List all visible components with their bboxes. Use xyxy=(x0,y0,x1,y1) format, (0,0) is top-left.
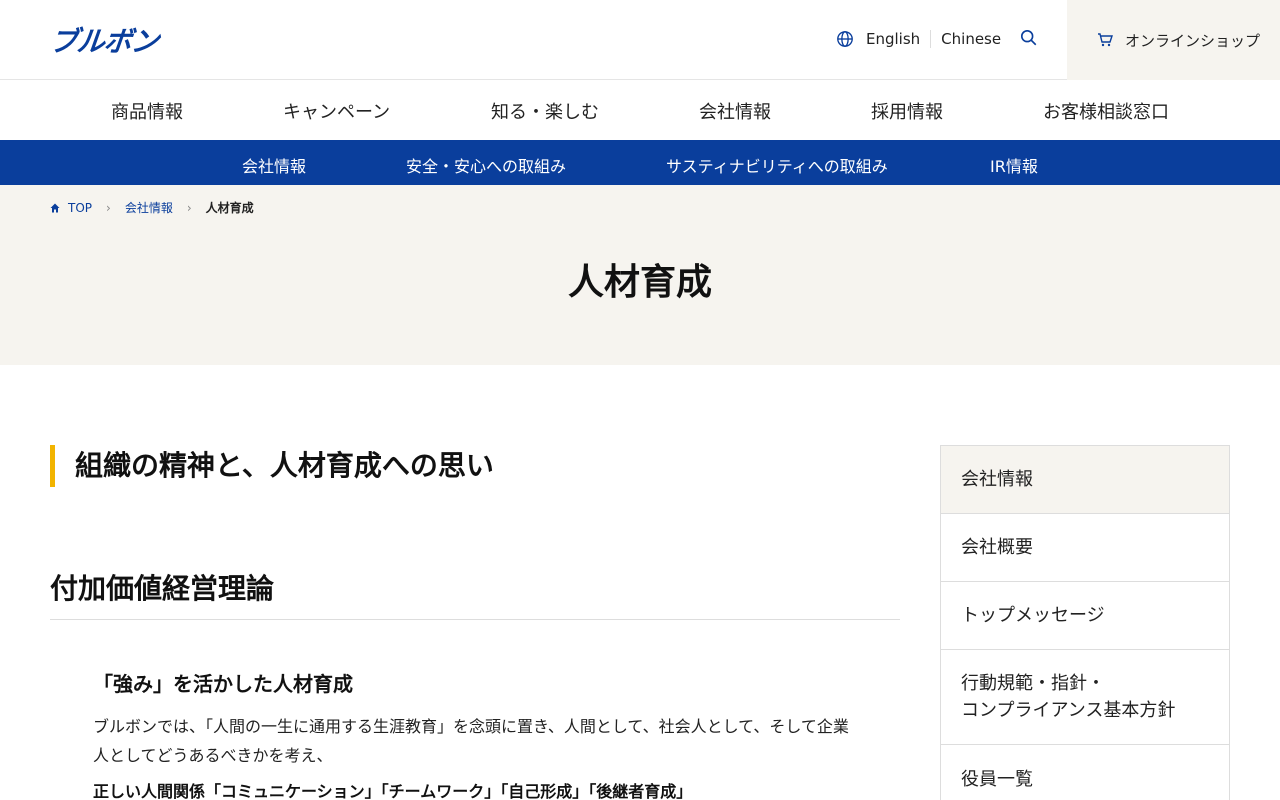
search-icon[interactable] xyxy=(1020,29,1038,47)
cart-icon xyxy=(1098,33,1113,47)
breadcrumb: TOP › 会社情報 › 人材育成 xyxy=(50,199,254,216)
chevron-right-icon: › xyxy=(186,200,192,215)
language-switcher: English Chinese xyxy=(836,30,1001,48)
main-nav-recruit[interactable]: 採用情報 xyxy=(871,98,943,124)
sub-nav-company[interactable]: 会社情報 xyxy=(242,153,306,177)
breadcrumb-top[interactable]: TOP xyxy=(68,201,92,215)
main-nav-company[interactable]: 会社情報 xyxy=(699,98,771,124)
sub-nav: 会社情報 安全・安心への取組み サスティナビリティへの取組み IR情報 xyxy=(0,140,1280,185)
breadcrumb-current: 人材育成 xyxy=(205,201,254,215)
online-shop-label: オンラインショップ xyxy=(1125,31,1261,50)
sidebar-nav: 会社情報 会社概要 トップメッセージ 行動規範・指針・ コンプライアンス基本方針… xyxy=(940,445,1230,800)
main-nav-learn-enjoy[interactable]: 知る・楽しむ xyxy=(491,98,599,124)
subsection-title: 付加価値経営理論 xyxy=(50,567,900,620)
sidebar-item-overview[interactable]: 会社概要 xyxy=(941,514,1229,582)
sub-nav-sustainability[interactable]: サスティナビリティへの取組み xyxy=(666,153,888,177)
online-shop-button[interactable]: オンラインショップ xyxy=(1067,0,1280,80)
main-nav-customer-support[interactable]: お客様相談窓口 xyxy=(1043,98,1169,124)
content-heading: 「強み」を活かした人材育成 xyxy=(93,672,353,696)
lang-english-link[interactable]: English xyxy=(866,30,932,48)
breadcrumb-company[interactable]: 会社情報 xyxy=(125,199,173,216)
home-icon xyxy=(50,203,60,212)
sidebar-header[interactable]: 会社情報 xyxy=(941,446,1229,514)
globe-icon xyxy=(837,31,853,47)
page-hero: TOP › 会社情報 › 人材育成 人材育成 xyxy=(0,185,1280,365)
lang-chinese-link[interactable]: Chinese xyxy=(931,30,1001,48)
chevron-right-icon: › xyxy=(106,200,111,215)
page-title: 人材育成 xyxy=(567,262,712,303)
bourbon-logo[interactable]: ブルボン xyxy=(48,24,159,58)
sub-nav-safety[interactable]: 安全・安心への取組み xyxy=(406,153,566,177)
content-strong-line: 正しい人間関係「コミュニケーション」「チームワーク」「自己形成」「後継者育成」 xyxy=(93,782,693,800)
sidebar-item-code-of-conduct[interactable]: 行動規範・指針・ コンプライアンス基本方針 xyxy=(941,650,1229,745)
main-nav-campaign[interactable]: キャンペーン xyxy=(283,98,390,124)
main-nav-products[interactable]: 商品情報 xyxy=(111,98,183,124)
sidebar-item-top-message[interactable]: トップメッセージ xyxy=(941,582,1229,650)
logo-text: ブルボン xyxy=(48,25,160,58)
content-paragraph: ブルボンでは、「人間の一生に通用する生涯教育」を念頭に置き、人間として、社会人と… xyxy=(93,717,849,765)
site-header: ブルボン English Chinese オンラインショップ xyxy=(0,0,1280,80)
main-nav: 商品情報 キャンペーン 知る・楽しむ 会社情報 採用情報 お客様相談窓口 xyxy=(0,80,1280,140)
sub-nav-ir[interactable]: IR情報 xyxy=(990,153,1038,177)
sidebar-item-officers[interactable]: 役員一覧 xyxy=(941,745,1229,800)
section-title: 組織の精神と、人材育成への思い xyxy=(50,445,494,487)
